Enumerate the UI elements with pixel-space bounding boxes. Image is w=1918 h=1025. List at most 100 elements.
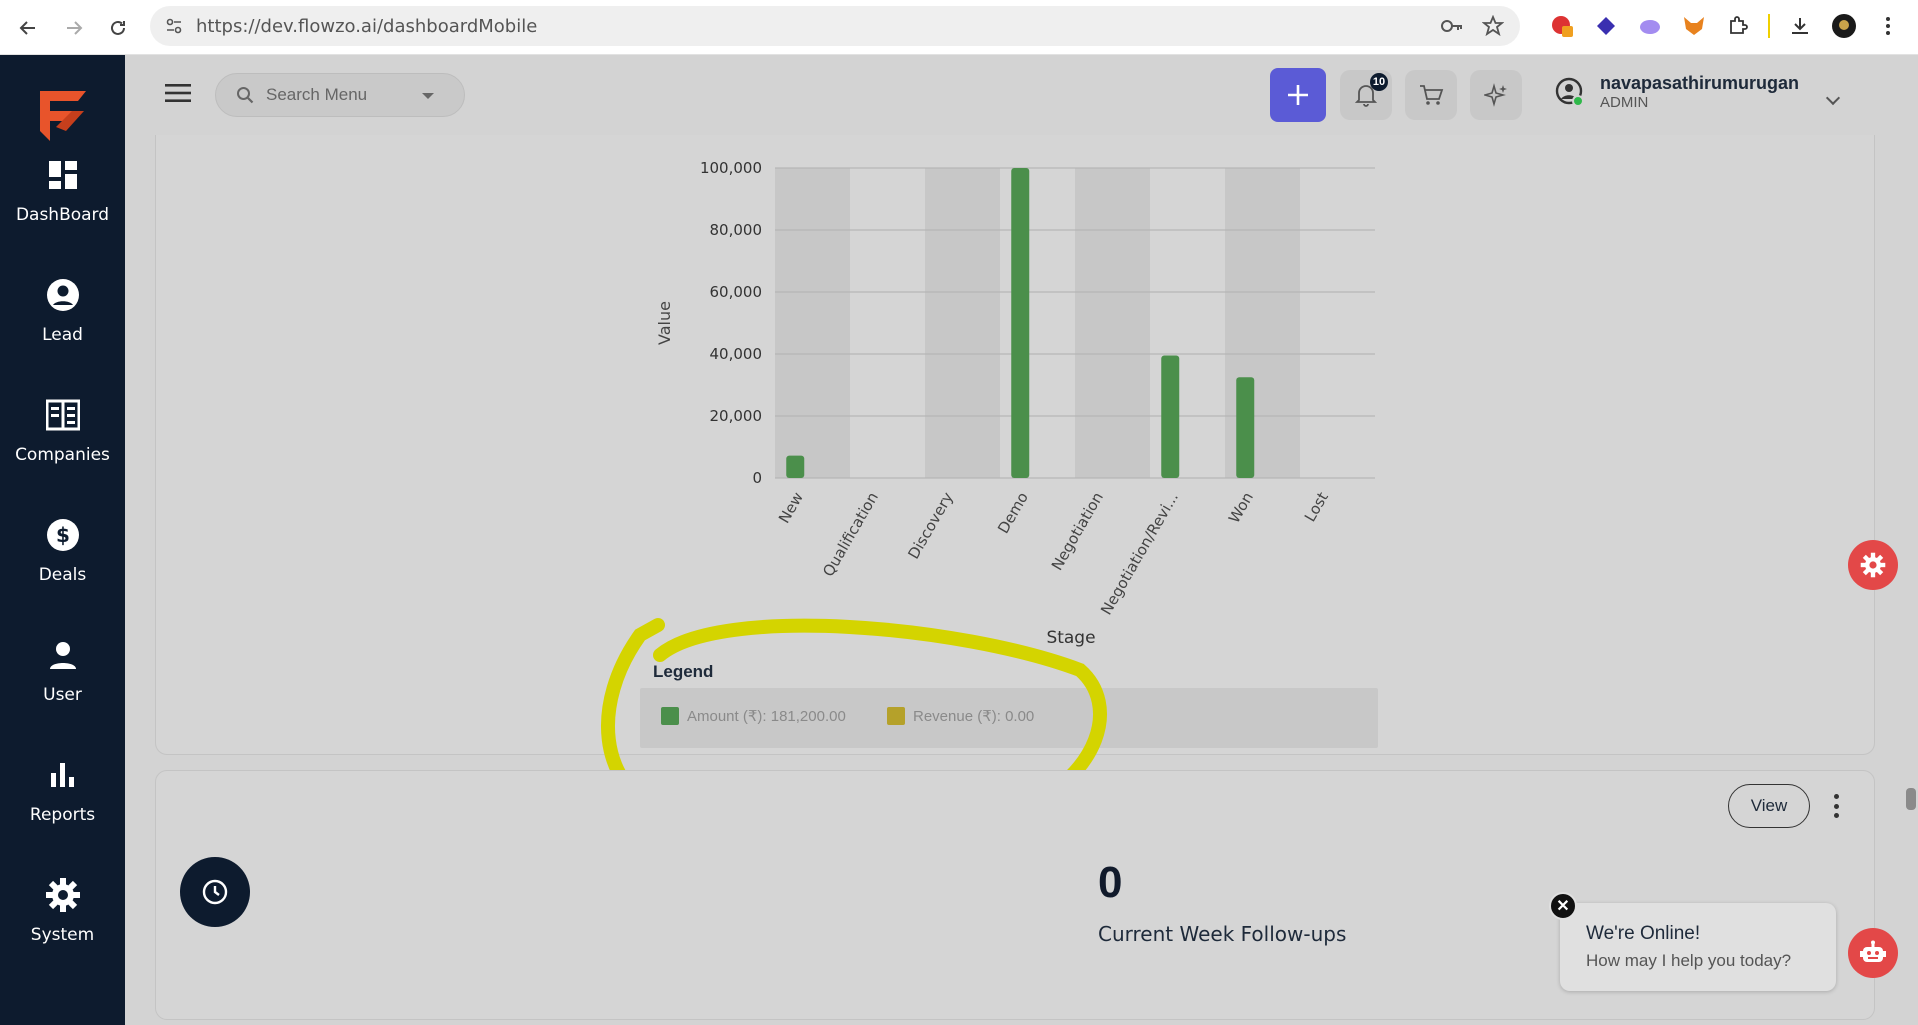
extension-diamond-icon[interactable] — [1592, 12, 1620, 40]
plus-icon — [1288, 85, 1308, 105]
user-profile-menu[interactable]: navapasathirumurugan ADMIN — [1555, 73, 1799, 111]
category-band — [925, 168, 1000, 478]
dollar-icon: $ — [43, 515, 83, 555]
sidebar-item-label: Deals — [38, 565, 87, 585]
sidebar-item-label: Companies — [15, 445, 110, 465]
extension-santa-icon[interactable] — [1548, 12, 1576, 40]
cart-button[interactable] — [1405, 70, 1457, 120]
bar-chart-icon — [43, 755, 83, 795]
building-icon — [43, 395, 83, 435]
sidebar-item-system[interactable]: System — [0, 875, 125, 975]
profile-avatar-icon[interactable] — [1830, 12, 1858, 40]
gear-icon — [1860, 552, 1886, 578]
menu-toggle-button[interactable] — [165, 83, 191, 103]
toolbar-divider — [1768, 14, 1770, 38]
extensions-puzzle-icon[interactable] — [1724, 12, 1752, 40]
sidebar: DashBoard Lead Companies $ Deals User Re… — [0, 55, 125, 1025]
x-tick-label: Negotiation — [1048, 489, 1107, 573]
x-tick-label: Won — [1225, 489, 1257, 526]
sidebar-item-dashboard[interactable]: DashBoard — [0, 155, 125, 255]
settings-float-button[interactable] — [1848, 540, 1898, 590]
more-options-icon[interactable] — [1832, 794, 1840, 818]
bar — [786, 455, 805, 478]
user-role: ADMIN — [1600, 94, 1649, 111]
password-key-icon[interactable] — [1440, 15, 1464, 37]
sidebar-item-label: System — [30, 925, 95, 945]
browser-toolbar: https://dev.flowzo.ai/dashboardMobile — [0, 0, 1918, 55]
y-tick-label: 20,000 — [710, 407, 763, 425]
y-tick-label: 40,000 — [710, 345, 763, 363]
user-name: navapasathirumurugan — [1600, 73, 1800, 93]
site-settings-icon[interactable] — [164, 16, 184, 36]
add-new-button[interactable] — [1270, 68, 1326, 122]
hamburger-icon — [165, 84, 191, 102]
bar — [1236, 377, 1255, 478]
person-icon — [43, 635, 83, 675]
chat-popup[interactable]: We're Online! How may I help you today? — [1560, 903, 1836, 991]
history-button[interactable] — [180, 857, 250, 927]
bar — [1161, 355, 1180, 478]
search-placeholder: Search Menu — [266, 85, 368, 104]
view-button[interactable]: View — [1728, 784, 1810, 828]
forward-arrow-icon — [67, 21, 83, 35]
x-tick-label: Negotiation/Revi... — [1097, 489, 1182, 618]
x-tick-label: Qualification — [819, 489, 882, 580]
reload-icon — [111, 20, 125, 35]
followups-count: 0 — [1098, 858, 1123, 907]
reload-button[interactable] — [102, 12, 134, 44]
download-icon[interactable] — [1786, 12, 1814, 40]
sparkle-icon — [1484, 83, 1507, 107]
sidebar-item-companies[interactable]: Companies — [0, 395, 125, 495]
bar-chart: 0 20,000 40,000 60,000 80,000 100,000 New Qual… — [655, 159, 1375, 648]
forward-button[interactable] — [58, 12, 90, 44]
back-button[interactable] — [12, 12, 44, 44]
cart-icon — [1420, 85, 1444, 105]
browser-menu-icon[interactable] — [1874, 12, 1902, 40]
sidebar-item-reports[interactable]: Reports — [0, 755, 125, 855]
close-icon: ✕ — [1556, 898, 1570, 915]
sidebar-item-label: User — [43, 685, 82, 705]
extension-fox-icon[interactable] — [1680, 12, 1708, 40]
x-tick-label: New — [775, 489, 807, 526]
account-circle-icon — [43, 275, 83, 315]
sidebar-item-deals[interactable]: $ Deals — [0, 515, 125, 615]
back-arrow-icon — [19, 21, 35, 35]
chat-close-button[interactable]: ✕ — [1549, 892, 1577, 920]
extension-cloud-icon[interactable] — [1636, 12, 1664, 40]
y-tick-label: 60,000 — [710, 283, 763, 301]
dashboard-icon — [43, 155, 83, 195]
app-header: Search Menu 10 navapasathirumurugan ADMI… — [125, 55, 1918, 135]
ai-sparkle-button[interactable] — [1470, 70, 1522, 120]
scrollbar-thumb[interactable] — [1906, 788, 1916, 810]
followups-label: Current Week Follow-ups — [1098, 922, 1347, 946]
y-tick-label: 100,000 — [700, 159, 762, 177]
bar — [1011, 168, 1030, 478]
search-icon — [237, 87, 254, 104]
chevron-down-icon[interactable] — [422, 93, 434, 99]
sidebar-item-label: DashBoard — [15, 205, 110, 225]
sidebar-item-label: Reports — [29, 805, 96, 825]
chat-subtitle: How may I help you today? — [1586, 951, 1792, 970]
chat-title: We're Online! — [1586, 923, 1701, 944]
sidebar-item-lead[interactable]: Lead — [0, 275, 125, 375]
clock-icon — [202, 879, 228, 905]
category-band — [1075, 168, 1150, 478]
bookmark-star-icon[interactable] — [1482, 15, 1504, 37]
notifications-button[interactable]: 10 — [1340, 70, 1392, 120]
y-tick-label: 0 — [752, 469, 762, 487]
y-axis-label: Value — [655, 301, 674, 345]
robot-icon — [1860, 940, 1886, 962]
chevron-down-icon[interactable] — [1825, 90, 1841, 106]
search-menu-input[interactable]: Search Menu — [215, 73, 465, 117]
category-band — [775, 168, 850, 478]
flowzo-logo[interactable] — [36, 87, 90, 145]
gear-icon — [43, 875, 83, 915]
sidebar-item-user[interactable]: User — [0, 635, 125, 735]
chatbot-float-button[interactable] — [1848, 928, 1898, 978]
address-bar[interactable]: https://dev.flowzo.ai/dashboardMobile — [150, 6, 1520, 46]
x-tick-label: Demo — [994, 489, 1032, 537]
y-tick-label: 80,000 — [710, 221, 763, 239]
sidebar-item-label: Lead — [42, 325, 83, 345]
svg-text:$: $ — [56, 523, 70, 547]
x-tick-label: Lost — [1301, 489, 1332, 525]
